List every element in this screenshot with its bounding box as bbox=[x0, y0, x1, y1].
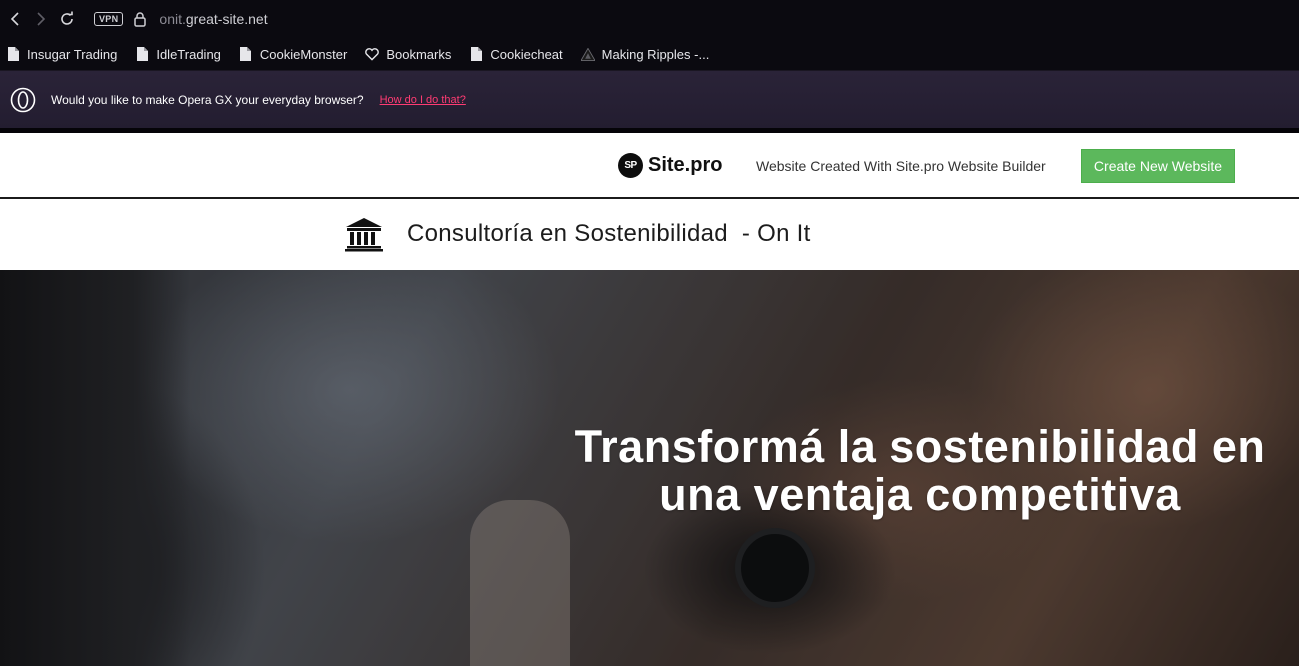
lock-icon[interactable] bbox=[133, 11, 147, 27]
page-icon bbox=[6, 46, 20, 62]
sitepro-logo[interactable]: SP Site.pro bbox=[618, 152, 722, 178]
notification-message: Would you like to make Opera GX your eve… bbox=[51, 92, 364, 107]
create-website-button[interactable]: Create New Website bbox=[1081, 149, 1235, 183]
bookmark-label: Insugar Trading bbox=[27, 46, 118, 62]
back-icon[interactable] bbox=[2, 0, 28, 38]
forward-icon[interactable] bbox=[28, 0, 54, 38]
how-to-link[interactable]: How do I do that? bbox=[380, 94, 466, 106]
hero-section: Transformá la sostenibilidad en una vent… bbox=[0, 270, 1299, 666]
page-icon bbox=[135, 46, 149, 62]
site-title[interactable]: Consultoría en Sostenibilidad - On It bbox=[407, 220, 811, 248]
sitepro-banner: SP Site.pro Website Created With Site.pr… bbox=[0, 133, 1299, 199]
hero-heading: Transformá la sostenibilidad en una vent… bbox=[480, 423, 1299, 519]
heart-icon bbox=[365, 46, 380, 62]
hero-heading-line-2: una ventaja competitiva bbox=[659, 469, 1181, 520]
default-browser-notification: Would you like to make Opera GX your eve… bbox=[0, 70, 1299, 128]
bookmark-item[interactable]: CookieMonster bbox=[239, 46, 347, 62]
opera-logo-icon bbox=[10, 87, 36, 112]
bookmark-label: IdleTrading bbox=[156, 46, 221, 62]
bookmark-item[interactable]: Making Ripples -... bbox=[580, 46, 710, 62]
site-header: Consultoría en Sostenibilidad - On It bbox=[0, 199, 1299, 270]
sitepro-logo-name: Site.pro bbox=[648, 153, 723, 176]
sitepro-logo-badge: SP bbox=[618, 152, 643, 178]
reload-icon[interactable] bbox=[54, 0, 80, 38]
url-subdomain: onit. bbox=[159, 11, 186, 27]
bookmark-item[interactable]: Insugar Trading bbox=[6, 46, 117, 62]
bookmark-label: Making Ripples -... bbox=[601, 46, 710, 62]
bookmark-label: Cookiecheat bbox=[490, 46, 563, 62]
page-icon bbox=[239, 46, 253, 62]
sitepro-tagline: Website Created With Site.pro Website Bu… bbox=[756, 158, 1046, 174]
bookmark-label: CookieMonster bbox=[259, 46, 348, 62]
bookmark-label: Bookmarks bbox=[386, 46, 452, 62]
page-icon bbox=[469, 46, 483, 62]
vpn-badge[interactable]: VPN bbox=[94, 12, 124, 26]
browser-address-bar: VPN onit.great-site.net bbox=[0, 0, 1299, 38]
bookmark-item[interactable]: Bookmarks bbox=[365, 46, 451, 62]
triangle-logo-icon bbox=[580, 46, 595, 62]
bookmark-item[interactable]: IdleTrading bbox=[135, 46, 221, 62]
bookmarks-bar: Insugar Trading IdleTrading CookieMonste… bbox=[0, 38, 1299, 70]
bank-building-icon bbox=[345, 218, 383, 252]
hero-heading-line-1: Transformá la sostenibilidad en bbox=[574, 421, 1266, 472]
url-field[interactable]: onit.great-site.net bbox=[159, 11, 267, 27]
bookmark-item[interactable]: Cookiecheat bbox=[469, 46, 563, 62]
url-domain: great-site.net bbox=[185, 11, 268, 27]
